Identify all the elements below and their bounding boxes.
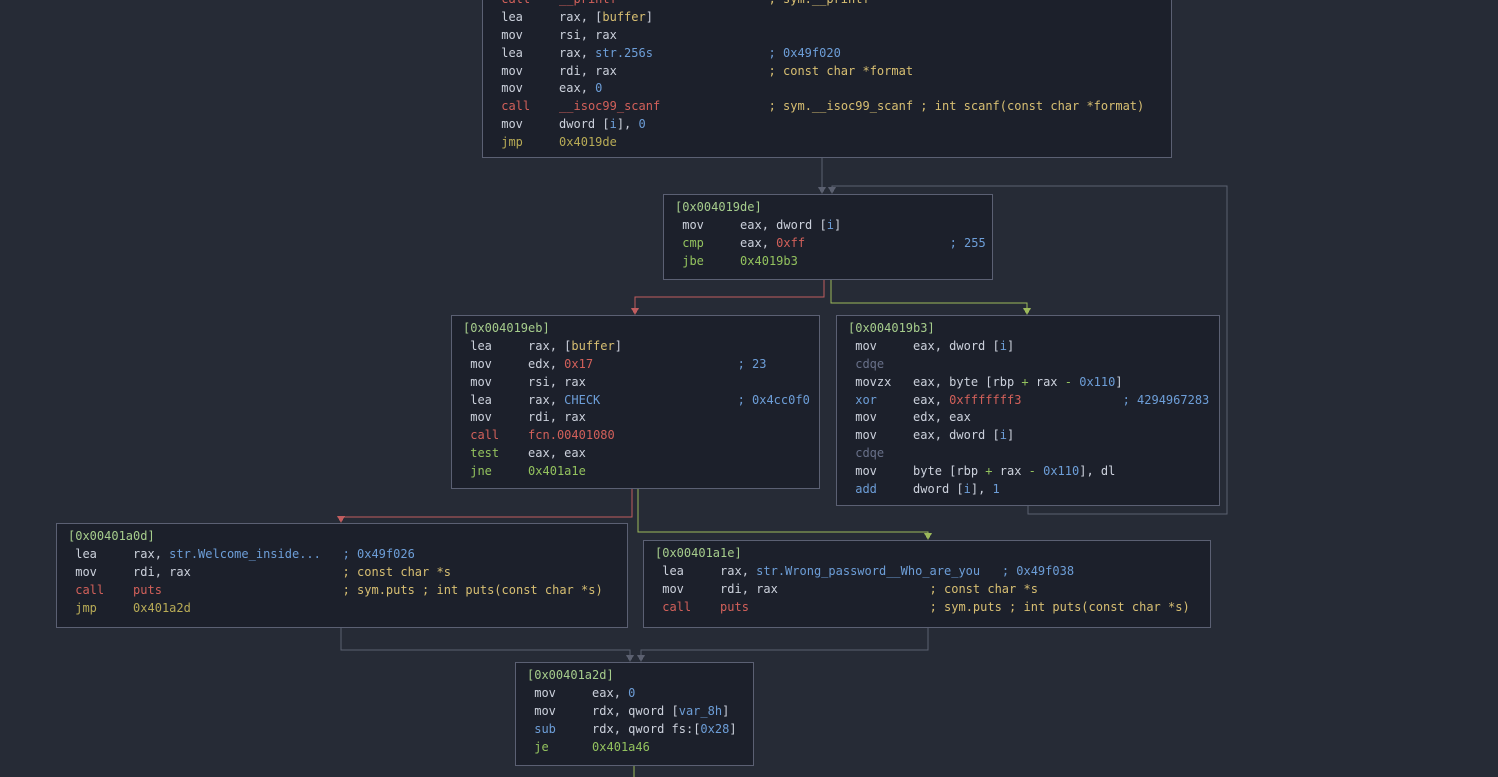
asm-line: mov eax, 0 [494,80,1160,98]
edge-arrow-icon [637,655,645,662]
edge-green [831,280,1027,309]
asm-line: mov dword [i], 0 [494,116,1160,134]
asm-line: lea rax, CHECK ; 0x4cc0f0 [463,392,808,410]
asm-line: call __isoc99_scanf ; sym.__isoc99_scanf… [494,98,1160,116]
asm-line: cdqe [848,445,1208,463]
asm-line: xor eax, 0xfffffff3 ; 4294967283 [848,392,1208,410]
asm-line: sub rdx, qword fs:[0x28] [527,721,742,739]
asm-line: lea rax, [buffer] [494,9,1160,27]
edge-arrow-icon [818,187,826,194]
basic-block-top-partial[interactable]: call __printf ; sym.__printf lea rax, [b… [482,0,1172,158]
asm-line: mov eax, dword [i] [848,338,1208,356]
basic-block-0x00401a2d[interactable]: [0x00401a2d] mov eax, 0 mov rdx, qword [… [515,662,754,766]
asm-line: movzx eax, byte [rbp + rax - 0x110] [848,374,1208,392]
block-address-label: [0x00401a2d] [527,667,742,685]
edge-arrow-icon [828,187,836,194]
asm-line: mov edx, 0x17 ; 23 [463,356,808,374]
edge-red [635,280,824,309]
asm-line: lea rax, str.256s ; 0x49f020 [494,45,1160,63]
asm-line: call __printf ; sym.__printf [494,0,1160,9]
edge-arrow-icon [337,516,345,523]
asm-line: mov edx, eax [848,409,1208,427]
asm-line: jbe 0x4019b3 [675,253,981,271]
edge-arrow-icon [1023,308,1031,315]
asm-line: mov rsi, rax [494,27,1160,45]
edge-arrow-icon [631,308,639,315]
block-address-label: [0x004019b3] [848,320,1208,338]
basic-block-0x004019b3[interactable]: [0x004019b3] mov eax, dword [i] cdqe mov… [836,315,1220,506]
basic-block-0x00401a1e[interactable]: [0x00401a1e] lea rax, str.Wrong_password… [643,540,1211,628]
asm-line: cdqe [848,356,1208,374]
edge-arrow-icon [924,533,932,540]
asm-line: je 0x401a46 [527,739,742,757]
asm-line: mov rdx, qword [var_8h] [527,703,742,721]
asm-line: mov eax, 0 [527,685,742,703]
asm-line: jmp 0x401a2d [68,600,616,618]
asm-line: mov rdi, rax ; const char *s [68,564,616,582]
asm-line: mov rdi, rax [463,409,808,427]
edge-red [341,489,632,517]
edge-arrow-icon [626,655,634,662]
asm-line: mov rdi, rax ; const char *s [655,581,1199,599]
asm-line: add dword [i], 1 [848,481,1208,499]
asm-line: mov eax, dword [i] [848,427,1208,445]
basic-block-0x004019de[interactable]: [0x004019de] mov eax, dword [i] cmp eax,… [663,194,993,280]
edge-gray [341,628,630,656]
block-address-label: [0x00401a1e] [655,545,1199,563]
block-address-label: [0x004019de] [675,199,981,217]
block-address-label: [0x004019eb] [463,320,808,338]
asm-line: cmp eax, 0xff ; 255 [675,235,981,253]
block-address-label: [0x00401a0d] [68,528,616,546]
asm-line: mov rdi, rax ; const char *format [494,63,1160,81]
asm-line: call puts ; sym.puts ; int puts(const ch… [68,582,616,600]
asm-line: jmp 0x4019de [494,134,1160,152]
graph-view[interactable]: call __printf ; sym.__printf lea rax, [b… [0,0,1498,777]
asm-line: call fcn.00401080 [463,427,808,445]
asm-line: lea rax, str.Welcome_inside... ; 0x49f02… [68,546,616,564]
basic-block-0x004019eb[interactable]: [0x004019eb] lea rax, [buffer] mov edx, … [451,315,820,489]
asm-line: lea rax, [buffer] [463,338,808,356]
asm-line: call puts ; sym.puts ; int puts(const ch… [655,599,1199,617]
asm-line: mov rsi, rax [463,374,808,392]
basic-block-0x00401a0d[interactable]: [0x00401a0d] lea rax, str.Welcome_inside… [56,523,628,628]
asm-line: jne 0x401a1e [463,463,808,481]
edge-gray [641,628,928,656]
asm-line: test eax, eax [463,445,808,463]
asm-line: lea rax, str.Wrong_password__Who_are_you… [655,563,1199,581]
asm-line: mov eax, dword [i] [675,217,981,235]
asm-line: mov byte [rbp + rax - 0x110], dl [848,463,1208,481]
